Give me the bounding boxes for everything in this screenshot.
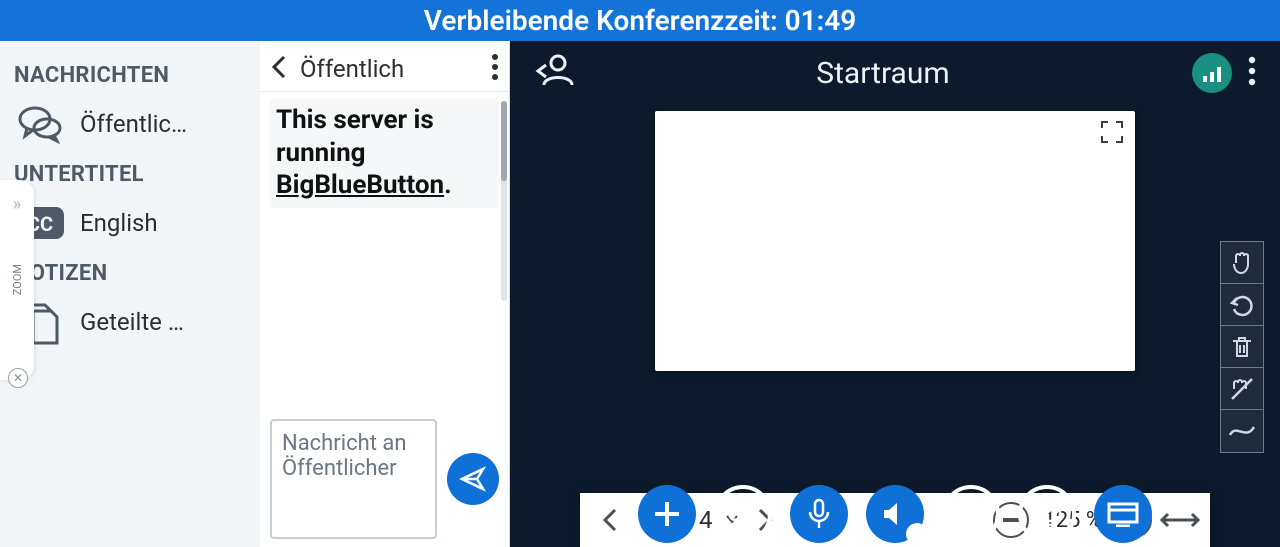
pan-tool-icon[interactable] [1221, 242, 1263, 284]
chat-panel: Öffentlich This server is running BigBlu… [260, 41, 510, 547]
presentation-options-button[interactable] [1248, 56, 1256, 90]
chat-message-input[interactable]: Nachricht an Öffentlicher [270, 419, 437, 539]
share-screen-button[interactable] [1018, 485, 1076, 543]
microphone-button[interactable] [790, 485, 848, 543]
sidebar-item-public-chat[interactable]: Öffentlic… [14, 96, 246, 152]
presentation-area: Startraum Folie 4 [510, 41, 1280, 547]
audio-button[interactable] [866, 485, 924, 543]
fullscreen-icon[interactable] [1099, 119, 1125, 149]
chat-input-row: Nachricht an Öffentlicher [260, 411, 509, 547]
remaining-time-banner: Verbleibende Konferenzzeit: 01:49 [0, 0, 1280, 41]
closed-captions-button[interactable]: CC [714, 485, 772, 543]
zoom-widget-chevron-icon: » [13, 194, 21, 215]
section-header-notes: NOTIZEN [14, 261, 246, 286]
chat-options-button[interactable] [491, 53, 499, 85]
chat-title: Öffentlich [300, 55, 481, 83]
sidebar-item-shared-notes[interactable]: Geteilte … [14, 294, 246, 350]
sidebar-item-caption-english[interactable]: CC English [14, 195, 246, 251]
presentation-header: Startraum [510, 41, 1280, 105]
webcam-button[interactable] [942, 485, 1000, 543]
chat-back-button[interactable] [270, 53, 290, 85]
chat-header: Öffentlich [260, 41, 509, 92]
whiteboard-tool-palette [1220, 241, 1264, 453]
minimize-presentation-button[interactable] [1094, 485, 1152, 543]
sidebar-left: NACHRICHTEN Öffentlic… UNTERTITEL CC En [0, 41, 260, 547]
section-header-captions: UNTERTITEL [14, 162, 246, 187]
main-layout: NACHRICHTEN Öffentlic… UNTERTITEL CC En [0, 41, 1280, 547]
chat-body: This server is running BigBlueButton. [260, 92, 509, 411]
sidebar-item-label: English [80, 209, 158, 237]
connection-status-icon[interactable] [1192, 53, 1232, 93]
chat-scrollbar[interactable] [501, 101, 507, 301]
chat-welcome-message: This server is running BigBlueButton. [270, 98, 499, 208]
zoom-widget-label: ZOOM [11, 264, 24, 295]
user-list-toggle-icon[interactable] [534, 51, 574, 95]
bbb-link[interactable]: BigBlueButton [276, 170, 444, 200]
section-header-messages: NACHRICHTEN [14, 63, 246, 88]
zoom-widget[interactable]: » ZOOM ✕ [0, 180, 34, 380]
presentation-slide[interactable] [655, 111, 1135, 371]
undo-tool-icon[interactable] [1221, 284, 1263, 326]
sidebar-item-label: Öffentlic… [80, 110, 187, 138]
action-bar: CC [510, 481, 1280, 547]
delete-tool-icon[interactable] [1221, 326, 1263, 368]
actions-plus-button[interactable] [638, 485, 696, 543]
multi-user-whiteboard-icon[interactable] [1221, 368, 1263, 410]
room-title: Startraum [590, 56, 1176, 91]
zoom-widget-close-icon[interactable]: ✕ [8, 368, 28, 388]
shapes-tool-icon[interactable] [1221, 410, 1263, 452]
chat-bubbles-icon [14, 102, 66, 146]
send-message-button[interactable] [447, 453, 499, 505]
sidebar-item-label: Geteilte … [80, 308, 184, 336]
